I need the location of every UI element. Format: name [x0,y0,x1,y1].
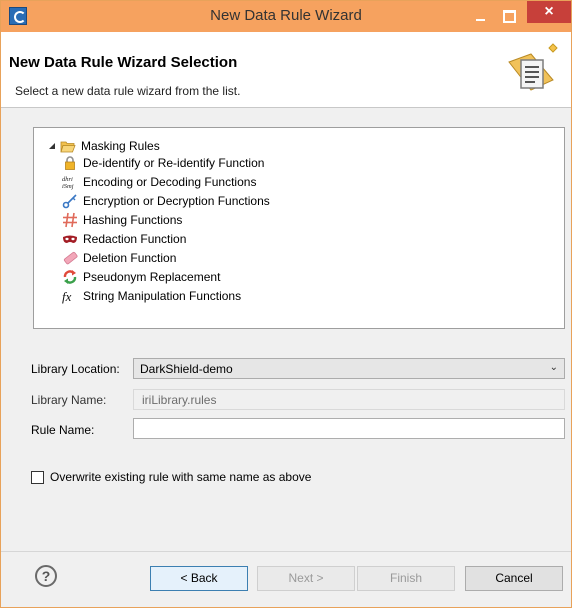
collapse-arrow-icon[interactable] [48,142,56,150]
tree-item-pseudonym[interactable]: Pseudonym Replacement [62,267,220,286]
library-location-select[interactable]: DarkShield-demo ⌄ [133,358,565,379]
lock-icon [65,155,75,170]
maximize-button[interactable] [495,5,521,27]
library-name-field: iriLibrary.rules [133,389,565,410]
rule-name-label: Rule Name: [31,423,95,437]
svg-text:iSmj: iSmj [62,183,74,190]
tree-item-label: De-identify or Re-identify Function [83,155,265,170]
hash-icon [63,212,77,227]
swap-icon [63,269,77,284]
eraser-icon [63,251,78,264]
library-location-value: DarkShield-demo [140,362,233,376]
tree-item-label: Hashing Functions [83,212,183,227]
wizard-header: New Data Rule Wizard Selection Select a … [1,32,571,107]
rule-name-input[interactable] [133,418,565,439]
next-button[interactable]: Next > [257,566,355,591]
wizard-tree[interactable]: Masking Rules De-identify or Re-identify… [33,127,565,329]
overwrite-checkbox[interactable] [31,471,44,484]
tree-item-label: Redaction Function [83,231,187,246]
tree-item-label: Pseudonym Replacement [83,269,221,284]
key-icon [62,193,77,208]
tree-item-hashing[interactable]: Hashing Functions [62,210,182,229]
minimize-button[interactable] [467,5,493,27]
tree-item-deidentify[interactable]: De-identify or Re-identify Function [62,153,264,172]
tree-item-label: String Manipulation Functions [83,288,242,303]
tree-node-label: Masking Rules [81,139,160,153]
back-button[interactable]: < Back [150,566,248,591]
tree-item-label: Deletion Function [83,250,177,265]
overwrite-checkbox-label[interactable]: Overwrite existing rule with same name a… [50,470,311,484]
title-bar[interactable]: New Data Rule Wizard × [1,1,571,32]
tree-item-string-manipulation[interactable]: fx String Manipulation Functions [62,286,241,305]
library-name-label: Library Name: [31,393,107,407]
header-divider [1,107,571,108]
page-title: New Data Rule Wizard Selection [9,54,238,71]
tree-item-encryption[interactable]: Encryption or Decryption Functions [62,191,270,210]
close-icon: × [544,3,554,20]
svg-text:fx: fx [62,289,72,304]
folder-open-icon [60,141,76,153]
maximize-icon [503,10,516,23]
chevron-down-icon[interactable]: ⌄ [550,362,558,373]
mask-icon [63,235,77,243]
finish-button[interactable]: Finish [357,566,455,591]
encoding-icon: dhri iSmj [62,176,74,190]
minimize-icon [476,19,485,21]
wizard-window: New Data Rule Wizard × New Data Rule Wiz… [0,0,572,608]
tree-item-label: Encoding or Decoding Functions [83,174,257,189]
tree-item-encoding[interactable]: dhri iSmj Encoding or Decoding Functions [62,172,256,191]
close-button[interactable]: × [527,1,571,23]
tree-item-label: Encryption or Decryption Functions [83,193,270,208]
library-location-label: Library Location: [31,362,120,376]
tree-item-deletion[interactable]: Deletion Function [62,248,176,267]
page-description: Select a new data rule wizard from the l… [15,84,241,98]
tree-node-masking-rules[interactable]: Masking Rules [48,138,160,154]
library-name-value: iriLibrary.rules [142,393,217,407]
function-icon: fx [62,289,72,304]
svg-text:dhri: dhri [62,176,73,183]
help-icon[interactable]: ? [35,565,57,587]
cancel-button[interactable]: Cancel [465,566,563,591]
footer-divider [1,551,571,552]
wizard-banner-icon [508,43,558,91]
tree-item-redaction[interactable]: Redaction Function [62,229,186,248]
